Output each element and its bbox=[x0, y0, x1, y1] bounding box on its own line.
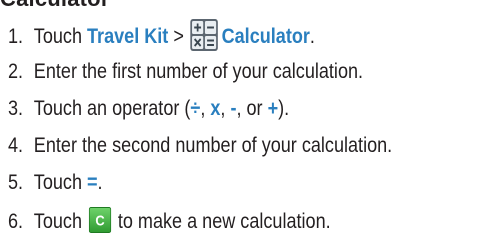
step-number: 6. bbox=[8, 210, 24, 233]
clear-button-icon: C bbox=[88, 207, 112, 233]
step-number: 1. bbox=[8, 25, 24, 48]
equals-key: = bbox=[87, 171, 98, 194]
step-text: Touch bbox=[33, 171, 88, 194]
breadcrumb-separator: > bbox=[168, 25, 189, 48]
step-number: 5. bbox=[8, 171, 24, 194]
step-text: Touch bbox=[33, 210, 88, 233]
step-text: Touch an operator ( bbox=[33, 97, 191, 120]
step-6: 6. Touch C to make a new calculation. bbox=[8, 207, 331, 235]
separator: , or bbox=[236, 97, 268, 120]
step-number: 3. bbox=[8, 97, 24, 120]
step-1: 1. Touch Travel Kit > Calculator. bbox=[8, 18, 315, 52]
step-2: 2. Enter the first number of your calcula… bbox=[8, 59, 363, 85]
clear-button-label: C bbox=[95, 212, 104, 229]
multiply-operator: x bbox=[210, 97, 221, 120]
step-text-end: ). bbox=[278, 97, 290, 120]
section-heading: Calculator bbox=[0, 0, 110, 12]
step-4: 4. Enter the second number of your calcul… bbox=[8, 133, 392, 159]
separator: , bbox=[220, 97, 231, 120]
step-3: 3. Touch an operator (÷, x, -, or +). bbox=[8, 96, 289, 122]
separator: , bbox=[200, 97, 211, 120]
step-text-end: . bbox=[97, 171, 103, 194]
calculator-label: Calculator bbox=[221, 25, 310, 48]
step-text: Touch bbox=[33, 25, 88, 48]
step-text: Enter the second number of your calculat… bbox=[33, 134, 393, 157]
divide-operator: ÷ bbox=[190, 97, 201, 120]
calculator-icon bbox=[190, 18, 219, 52]
step-number: 2. bbox=[8, 60, 24, 83]
travel-kit-label: Travel Kit bbox=[87, 25, 169, 48]
step-text: Enter the first number of your calculati… bbox=[33, 60, 364, 83]
step-text-end: . bbox=[309, 25, 315, 48]
add-operator: + bbox=[267, 97, 279, 120]
step-text-end: to make a new calculation. bbox=[112, 210, 331, 233]
step-5: 5. Touch =. bbox=[8, 170, 103, 196]
step-number: 4. bbox=[8, 134, 24, 157]
